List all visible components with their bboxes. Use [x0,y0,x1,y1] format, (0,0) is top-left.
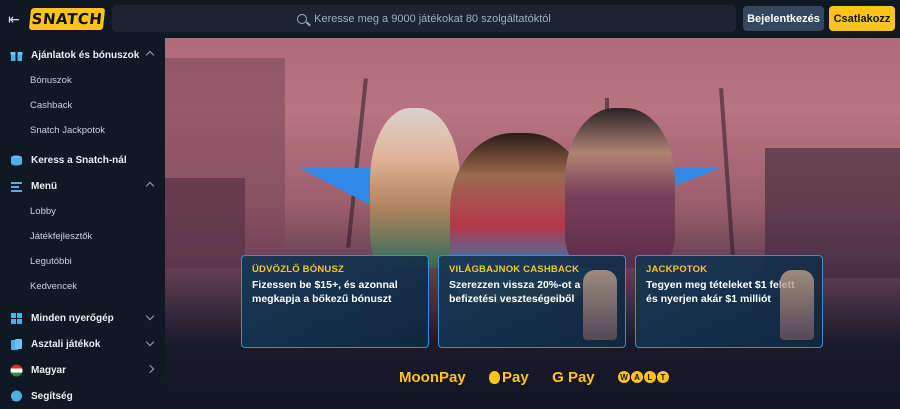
sidebar: Ajánlatok és bónuszok Bónuszok Cashback … [0,38,165,408]
top-bar: ⇤ SNATCH Keresse meg a 9000 játékokat 80… [0,0,900,38]
sidebar-section-offers[interactable]: Ajánlatok és bónuszok [0,42,165,68]
sidebar-section-label: Minden nyerőgép [31,312,114,324]
grid-icon [10,312,23,325]
walt-letter: A [631,371,643,383]
login-button[interactable]: Bejelentkezés [743,6,824,31]
applepay-logo: Pay [489,369,529,386]
walt-letter: T [657,371,669,383]
gift-icon [10,49,23,62]
chevron-up-icon [145,181,155,191]
sidebar-section-language[interactable]: Magyar [0,357,165,383]
help-label: Segítség [31,390,73,402]
chevron-right-icon [145,364,155,374]
chevron-down-icon [145,311,155,321]
googlepay-logo: G Pay [552,368,595,386]
character-man-right [565,108,675,268]
menu-list-icon [10,180,23,193]
character-woman [370,108,460,268]
sidebar-item-providers[interactable]: Játékfejlesztők [0,224,165,249]
search-icon [297,13,308,24]
card-title: ÜDVÖZLŐ BÓNUSZ [252,264,344,275]
applepay-text: Pay [502,368,529,386]
sidebar-item-cashback[interactable]: Cashback [0,93,165,118]
chat-icon [10,390,23,403]
card-image [583,270,617,340]
language-label: Magyar [31,364,67,376]
search-placeholder: Keresse meg a 9000 játékokat 80 szolgált… [314,12,551,25]
sidebar-section-earn[interactable]: Keress a Snatch-nál [0,147,165,173]
cards-icon [10,338,23,351]
card-text: Tegyen meg tételeket $1 felett és nyerje… [646,279,795,305]
sidebar-item-recent[interactable]: Legutóbbi [0,249,165,274]
sidebar-item-bonuses[interactable]: Bónuszok [0,68,165,93]
sidebar-section-help[interactable]: Segítség [0,383,165,409]
promo-card-jackpots[interactable]: JACKPOTOK Tegyen meg tételeket $1 felett… [635,255,823,348]
sidebar-item-favorites[interactable]: Kedvencek [0,274,165,299]
chevron-up-icon [145,50,155,60]
card-text: Fizessen be $15+, és azonnal megkapja a … [252,279,398,305]
walt-logo: W A L T [618,371,669,383]
promo-card-cashback[interactable]: VILÁGBAJNOK CASHBACK Szerezzen vissza 20… [438,255,626,348]
logo[interactable]: SNATCH [28,8,106,30]
sidebar-item-lobby[interactable]: Lobby [0,199,165,224]
sidebar-section-menu[interactable]: Menü [0,173,165,199]
apple-icon [489,370,501,384]
sidebar-section-label: Ajánlatok és bónuszok [31,49,140,61]
palm-tree [719,88,735,258]
sidebar-section-label: Menü [31,180,58,192]
promo-card-welcome[interactable]: ÜDVÖZLŐ BÓNUSZ Fizessen be $15+, és azon… [241,255,429,348]
coins-icon [10,154,23,167]
sidebar-section-label: Keress a Snatch-nál [31,154,127,166]
background-building [165,178,245,268]
collapse-sidebar-icon[interactable]: ⇤ [0,0,28,38]
sidebar-item-jackpots[interactable]: Snatch Jackpotok [0,118,165,143]
payment-methods: MoonPay Pay G Pay W A L T [399,366,669,388]
search-input[interactable]: Keresse meg a 9000 játékokat 80 szolgált… [112,5,736,32]
walt-letter: W [618,371,630,383]
sidebar-section-tables[interactable]: Asztali játékok [0,331,165,357]
moonpay-logo: MoonPay [399,368,466,386]
sidebar-section-label: Asztali játékok [31,338,101,350]
hero-banner: ÜDVÖZLŐ BÓNUSZ Fizessen be $15+, és azon… [165,38,900,408]
join-button[interactable]: Csatlakozz [829,6,895,31]
card-image [780,270,814,340]
chevron-down-icon [145,337,155,347]
sidebar-section-slots[interactable]: Minden nyerőgép [0,305,165,331]
hungary-flag-icon [10,364,23,377]
walt-letter: L [644,371,656,383]
card-text: Szerezzen vissza 20%-ot a befizetési ves… [449,279,581,305]
